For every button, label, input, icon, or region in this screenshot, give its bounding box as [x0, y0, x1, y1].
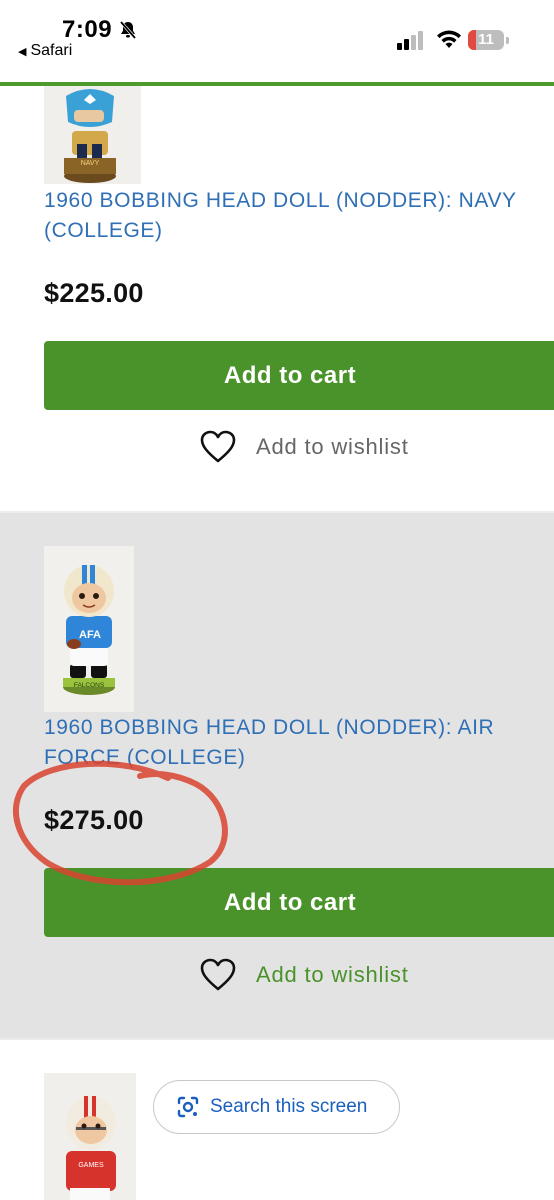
- product-title-link[interactable]: 1960 BOBBING HEAD DOLL (NODDER): AIR FOR…: [44, 713, 549, 773]
- wifi-icon: [437, 30, 461, 48]
- add-to-wishlist-link[interactable]: Add to wishlist: [200, 958, 409, 992]
- wishlist-label: Add to wishlist: [256, 962, 409, 987]
- status-time: 7:09: [62, 16, 113, 43]
- red-nodder-image: GAMES: [44, 1073, 136, 1200]
- air-force-nodder-image: FALCONS AFA: [44, 546, 134, 712]
- heart-icon: [200, 430, 236, 463]
- product-image[interactable]: FALCONS AFA: [44, 546, 134, 712]
- battery-cap: [506, 37, 509, 44]
- product-image[interactable]: NAVY: [44, 86, 141, 184]
- thumb-navy-label: NAVY: [81, 160, 100, 167]
- add-to-cart-button[interactable]: Add to cart: [44, 341, 554, 410]
- thumb-falcons-label: FALCONS: [74, 682, 105, 689]
- battery-icon: 11: [468, 30, 504, 50]
- search-this-screen-label: Search this screen: [210, 1096, 368, 1117]
- product-title-link[interactable]: 1960 BOBBING HEAD DOLL (NODDER): NAVY (C…: [44, 186, 549, 246]
- product-image[interactable]: GAMES: [44, 1073, 136, 1200]
- silent-bell-icon: [119, 20, 137, 40]
- back-app-label: Safari: [30, 42, 73, 59]
- thumb-afa-label: AFA: [79, 629, 101, 641]
- cellular-signal-icon: [397, 31, 423, 50]
- add-to-wishlist-link[interactable]: Add to wishlist: [200, 430, 409, 464]
- back-arrow-icon: ◀: [18, 46, 27, 58]
- add-to-cart-button[interactable]: Add to cart: [44, 868, 554, 937]
- lens-camera-icon: [177, 1096, 199, 1118]
- product-card: NAVY 1960 BOBBING HEAD DOLL (NODDER): NA…: [0, 86, 554, 511]
- status-bar: 7:09 ◀ Safari 11: [0, 0, 554, 82]
- back-to-safari[interactable]: ◀ Safari: [18, 42, 72, 60]
- product-card: FALCONS AFA 1960 BOBBING HEAD DOLL (NODD…: [0, 513, 554, 1038]
- thumb-games-label: GAMES: [78, 1162, 104, 1169]
- navy-nodder-image: NAVY: [44, 86, 141, 184]
- heart-icon: [200, 958, 236, 991]
- wishlist-label: Add to wishlist: [256, 434, 409, 459]
- search-this-screen-button[interactable]: Search this screen: [153, 1080, 400, 1134]
- product-price: $275.00: [44, 805, 144, 835]
- product-price: $225.00: [44, 278, 144, 308]
- battery-percent: 11: [478, 31, 494, 48]
